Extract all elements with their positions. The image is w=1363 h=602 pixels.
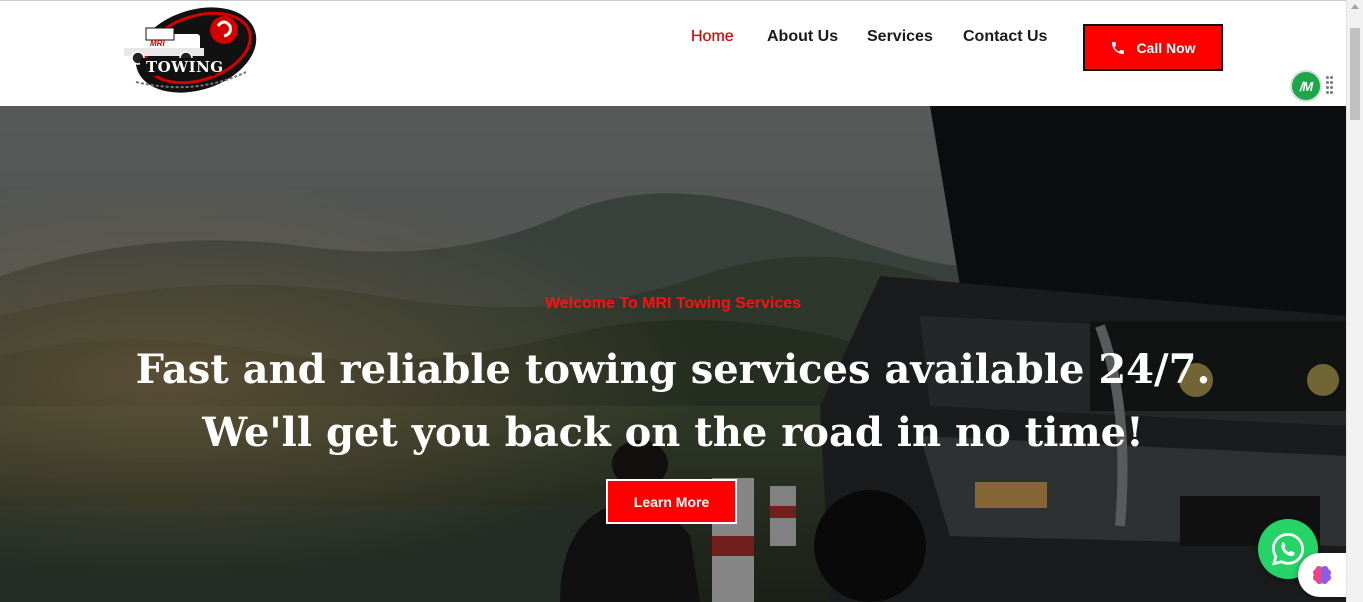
whatsapp-icon xyxy=(1272,533,1304,566)
scroll-up-arrow-icon[interactable] xyxy=(1351,4,1359,9)
logo-main-text: TOWING xyxy=(146,58,224,76)
vertical-scrollbar[interactable] xyxy=(1346,0,1363,602)
drag-handle-icon[interactable] xyxy=(1326,76,1334,96)
call-now-button[interactable]: Call Now xyxy=(1083,24,1223,71)
brain-widget[interactable] xyxy=(1298,553,1346,597)
site-header: MRI TOWING Home About Us Services Contac… xyxy=(0,0,1346,106)
page: MRI TOWING Home About Us Services Contac… xyxy=(0,0,1363,602)
nav-home[interactable]: Home xyxy=(691,28,734,46)
hero-headline-line2: We'll get you back on the road in no tim… xyxy=(202,409,1144,456)
hero-headline-line1: Fast and reliable towing services availa… xyxy=(135,346,1211,393)
mri-towing-logo[interactable]: MRI TOWING xyxy=(116,4,260,96)
learn-more-button[interactable]: Learn More xyxy=(606,479,737,524)
scrollbar-thumb[interactable] xyxy=(1350,28,1360,120)
nav-services[interactable]: Services xyxy=(867,28,933,46)
brain-icon xyxy=(1313,566,1331,584)
hero-eyebrow: Welcome To MRI Towing Services xyxy=(544,295,802,312)
extension-badge[interactable]: /M xyxy=(1290,70,1322,102)
nav-about-us[interactable]: About Us xyxy=(767,28,838,46)
nav-contact-us[interactable]: Contact Us xyxy=(963,28,1047,46)
hero-headline: Fast and reliable towing services availa… xyxy=(0,338,1346,464)
phone-icon xyxy=(1112,41,1125,54)
call-now-label: Call Now xyxy=(1136,39,1196,56)
hero-section: Welcome To MRI Towing Services Fast and … xyxy=(0,106,1346,602)
